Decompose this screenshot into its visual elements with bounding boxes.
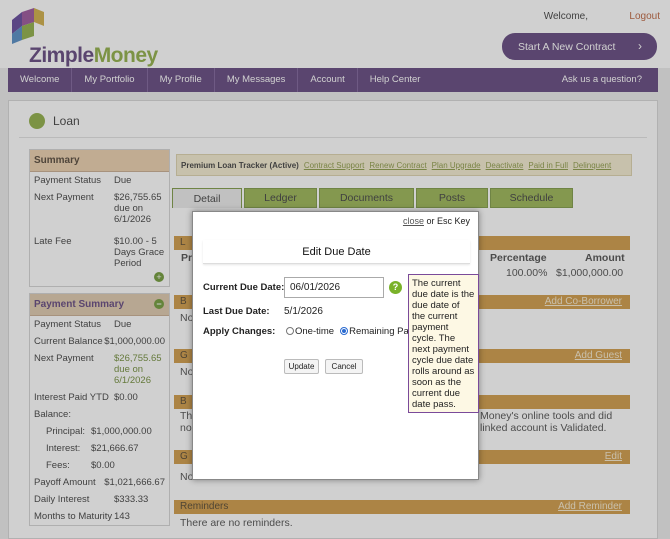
radio-one-time[interactable]: One-time bbox=[286, 326, 334, 337]
current-due-label: Current Due Date: bbox=[203, 282, 285, 293]
update-button[interactable]: Update bbox=[284, 359, 319, 374]
close-row: close or Esc Key bbox=[403, 216, 470, 226]
last-due-label: Last Due Date: bbox=[203, 306, 270, 317]
close-link[interactable]: close bbox=[403, 216, 424, 226]
due-date-tooltip: The current due date is the due date of … bbox=[408, 274, 479, 413]
last-due-value: 5/1/2026 bbox=[284, 306, 323, 317]
apply-changes-label: Apply Changes: bbox=[203, 326, 276, 337]
esc-key-hint: or Esc Key bbox=[426, 216, 470, 226]
apply-changes-radios: One-time Remaining Payments bbox=[286, 326, 412, 337]
dialog-title: Edit Due Date bbox=[203, 240, 470, 264]
cancel-button[interactable]: Cancel bbox=[325, 359, 363, 374]
edit-due-date-dialog: close or Esc Key Edit Due Date Current D… bbox=[192, 211, 479, 480]
help-icon[interactable]: ? bbox=[389, 281, 402, 294]
radio-icon bbox=[286, 327, 294, 336]
radio-selected-icon bbox=[340, 327, 349, 336]
radio-remaining-payments[interactable]: Remaining Payments bbox=[340, 326, 412, 337]
current-due-date-input[interactable] bbox=[284, 277, 384, 298]
